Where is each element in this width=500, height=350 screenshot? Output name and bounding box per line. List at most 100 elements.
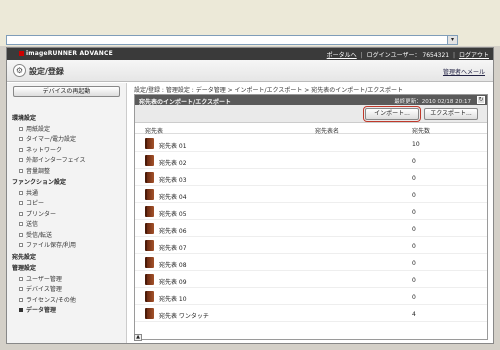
sidebar-item-label: 受信/転送 xyxy=(26,231,53,239)
sidebar-item-label: 用紙設定 xyxy=(26,125,51,133)
sidebar-item[interactable]: 共通 xyxy=(19,188,38,197)
address-book-icon xyxy=(145,223,154,234)
address-book-name[interactable]: 宛先表 09 xyxy=(159,277,187,286)
bullet-icon xyxy=(19,276,23,281)
address-book-icon xyxy=(145,308,154,319)
page-header: ⚙ 設定/登録 管理者へメール xyxy=(7,60,493,82)
bullet-icon xyxy=(19,232,23,237)
address-book-icon xyxy=(145,206,154,217)
sidebar-category: 管理設定 xyxy=(12,263,36,272)
sidebar-item[interactable]: 外部インターフェイス xyxy=(19,155,85,164)
import-button[interactable]: インポート... xyxy=(363,106,421,122)
sidebar-item[interactable]: 音量調整 xyxy=(19,166,50,175)
sidebar-item-label: ユーザー管理 xyxy=(26,275,62,283)
sidebar-item[interactable]: ユーザー管理 xyxy=(19,274,62,283)
address-book-name[interactable]: 宛先表 07 xyxy=(159,243,187,252)
refresh-icon[interactable]: ↻ xyxy=(477,96,485,104)
export-button[interactable]: エクスポート... xyxy=(424,108,478,120)
browser-toolbar: ▾ xyxy=(0,0,500,46)
sidebar-item-label: ライセンス/その他 xyxy=(26,296,76,304)
sidebar-item[interactable]: デバイス管理 xyxy=(19,284,62,293)
sidebar-item[interactable]: データ管理 xyxy=(19,305,56,314)
address-book-name[interactable]: 宛先表 08 xyxy=(159,260,187,269)
address-book-icon xyxy=(145,189,154,200)
top-bar: imageRUNNER ADVANCE ポータルへ | ログインユーザー： 76… xyxy=(7,48,493,60)
sidebar-item[interactable]: ファイル保存/利用 xyxy=(19,240,76,249)
address-bar[interactable]: ▾ xyxy=(6,35,458,45)
panel-actions: インポート... エクスポート... xyxy=(135,105,487,123)
bullet-icon xyxy=(19,222,23,226)
login-user-id: 7654321 xyxy=(422,52,450,59)
address-book-icon xyxy=(145,172,154,183)
bullet-icon xyxy=(19,137,23,141)
address-count: 10 xyxy=(412,141,420,148)
sidebar-item[interactable]: タイマー/電力設定 xyxy=(19,134,76,143)
sidebar-item-label: 宛先設定 xyxy=(12,253,37,261)
portal-link[interactable]: ポータルへ xyxy=(327,52,357,59)
sidebar-item-label: タイマー/電力設定 xyxy=(26,136,77,143)
app-window: imageRUNNER ADVANCE ポータルへ | ログインユーザー： 76… xyxy=(6,47,494,344)
sidebar-item-label: 共通 xyxy=(26,189,39,197)
settings-wrench-icon: ⚙ xyxy=(13,64,26,77)
address-book-panel: 宛先表のインポート/エクスポート 最終更新：2010 02/18 20:17 ↻… xyxy=(134,94,488,340)
sidebar-item[interactable]: ネットワーク xyxy=(19,145,62,154)
address-dropdown-icon[interactable]: ▾ xyxy=(447,36,457,44)
table-row[interactable]: 宛先表 02 0 xyxy=(135,153,487,169)
column-header-name: 宛先表名 xyxy=(315,128,340,135)
bullet-icon xyxy=(19,308,23,312)
table-row[interactable]: 宛先表 06 0 xyxy=(135,221,487,237)
address-book-name[interactable]: 宛先表 02 xyxy=(159,158,187,167)
panel-header: 宛先表のインポート/エクスポート 最終更新：2010 02/18 20:17 ↻ xyxy=(135,95,487,106)
logout-link[interactable]: ログアウト xyxy=(459,52,489,59)
sidebar-item[interactable]: ライセンス/その他 xyxy=(19,295,76,304)
sidebar-item-label: データ管理 xyxy=(26,307,57,314)
address-book-name[interactable]: 宛先表 03 xyxy=(159,175,187,184)
sidebar-item[interactable]: コピー xyxy=(19,198,44,207)
brand-mark-icon xyxy=(19,51,24,56)
address-book-icon xyxy=(145,257,154,268)
address-count: 0 xyxy=(412,158,416,165)
table-header: 宛先表 宛先表名 宛先数 xyxy=(135,125,487,135)
address-book-name[interactable]: 宛先表 06 xyxy=(159,226,187,235)
address-count: 0 xyxy=(412,260,416,267)
bullet-icon xyxy=(19,126,23,131)
address-count: 0 xyxy=(412,175,416,182)
address-book-name[interactable]: 宛先表 04 xyxy=(159,192,187,201)
address-book-icon xyxy=(145,291,154,302)
sidebar: デバイスの再起動 環境設定用紙設定タイマー/電力設定ネットワーク外部インターフェ… xyxy=(7,83,127,343)
sidebar-item[interactable]: 用紙設定 xyxy=(19,124,50,133)
back-to-top-icon[interactable]: ▲ xyxy=(134,334,142,341)
table-row[interactable]: 宛先表 01 10 xyxy=(135,136,487,152)
address-book-name[interactable]: 宛先表 10 xyxy=(159,294,187,303)
address-book-icon xyxy=(145,274,154,285)
table-row[interactable]: 宛先表 10 0 xyxy=(135,289,487,305)
table-row[interactable]: 宛先表 07 0 xyxy=(135,238,487,254)
sidebar-item-label: 管理設定 xyxy=(12,265,37,272)
address-book-icon xyxy=(145,240,154,251)
table-row[interactable]: 宛先表 ワンタッチ 4 xyxy=(135,306,487,322)
bullet-icon xyxy=(19,243,23,247)
sidebar-category: 環境設定 xyxy=(12,113,36,122)
table-row[interactable]: 宛先表 04 0 xyxy=(135,187,487,203)
sidebar-item-label: デバイス管理 xyxy=(26,286,62,293)
table-row[interactable]: 宛先表 08 0 xyxy=(135,255,487,271)
table-row[interactable]: 宛先表 05 0 xyxy=(135,204,487,220)
sidebar-item-label: 外部インターフェイス xyxy=(26,157,86,164)
address-book-name[interactable]: 宛先表 05 xyxy=(159,209,187,218)
sidebar-item[interactable]: 送信 xyxy=(19,219,38,228)
address-count: 0 xyxy=(412,226,416,233)
bullet-icon xyxy=(19,190,23,195)
address-book-name[interactable]: 宛先表 01 xyxy=(159,141,187,150)
bullet-icon xyxy=(19,287,23,291)
sidebar-item[interactable]: プリンター xyxy=(19,209,56,218)
main-content: 設定/登録 : 管理設定 : データ管理 > インポート/エクスポート > 宛先… xyxy=(128,83,493,343)
sidebar-item[interactable]: 受信/転送 xyxy=(19,230,52,239)
table-row[interactable]: 宛先表 03 0 xyxy=(135,170,487,186)
bullet-icon xyxy=(19,168,23,173)
address-book-name[interactable]: 宛先表 ワンタッチ xyxy=(159,311,209,320)
admin-mail-link[interactable]: 管理者へメール xyxy=(443,67,485,76)
bullet-icon xyxy=(19,201,23,205)
sidebar-item-label: 音量調整 xyxy=(26,167,51,175)
restart-device-button[interactable]: デバイスの再起動 xyxy=(13,86,120,97)
table-row[interactable]: 宛先表 09 0 xyxy=(135,272,487,288)
